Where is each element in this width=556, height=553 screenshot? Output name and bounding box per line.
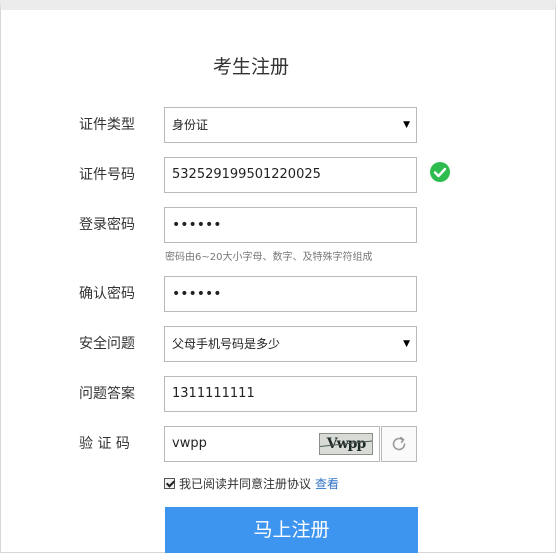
agreement-row: 我已阅读并同意注册协议 查看 bbox=[164, 476, 339, 492]
register-button[interactable]: 马上注册 bbox=[165, 507, 418, 553]
confirm-password-input[interactable]: •••••• bbox=[164, 276, 417, 312]
answer-label: 问题答案 bbox=[79, 386, 135, 402]
answer-value: 1311111111 bbox=[172, 386, 255, 401]
caret-down-icon: ▼ bbox=[403, 120, 410, 130]
id-number-input[interactable]: 532529199501220025 bbox=[164, 157, 417, 193]
refresh-icon bbox=[392, 436, 406, 451]
view-agreement-link[interactable]: 查看 bbox=[315, 477, 339, 491]
security-question-select[interactable]: 父母手机号码是多少 ▼ bbox=[164, 326, 417, 362]
password-label: 登录密码 bbox=[79, 217, 135, 233]
refresh-captcha-button[interactable] bbox=[381, 426, 417, 462]
password-input[interactable]: •••••• bbox=[164, 207, 417, 243]
password-value: •••••• bbox=[172, 217, 222, 233]
caret-down-icon: ▼ bbox=[403, 339, 410, 349]
id-number-label: 证件号码 bbox=[79, 167, 135, 183]
id-type-select[interactable]: 身份证 ▼ bbox=[164, 107, 417, 143]
page-title: 考生注册 bbox=[212, 56, 289, 78]
agreement-checkbox[interactable] bbox=[164, 478, 175, 489]
captcha-input[interactable]: vwpp Vwpp bbox=[164, 426, 380, 462]
agreement-text: 我已阅读并同意注册协议 bbox=[179, 477, 312, 491]
password-hint: 密码由6~20大小字母、数字、及特殊字符组成 bbox=[165, 252, 373, 263]
registration-panel: 考生注册 证件类型 身份证 ▼ 证件号码 532529199501220025 … bbox=[0, 0, 556, 553]
captcha-value: vwpp bbox=[172, 436, 207, 451]
captcha-image[interactable]: Vwpp bbox=[319, 433, 373, 455]
security-question-label: 安全问题 bbox=[79, 336, 135, 352]
id-number-value: 532529199501220025 bbox=[172, 167, 321, 182]
id-type-label: 证件类型 bbox=[79, 117, 135, 133]
answer-input[interactable]: 1311111111 bbox=[164, 376, 417, 412]
confirm-password-label: 确认密码 bbox=[79, 286, 135, 302]
id-type-value: 身份证 bbox=[172, 118, 209, 132]
check-circle-icon bbox=[430, 162, 450, 182]
captcha-label: 验 证 码 bbox=[79, 436, 130, 452]
confirm-password-value: •••••• bbox=[172, 286, 222, 302]
security-question-value: 父母手机号码是多少 bbox=[172, 337, 281, 351]
